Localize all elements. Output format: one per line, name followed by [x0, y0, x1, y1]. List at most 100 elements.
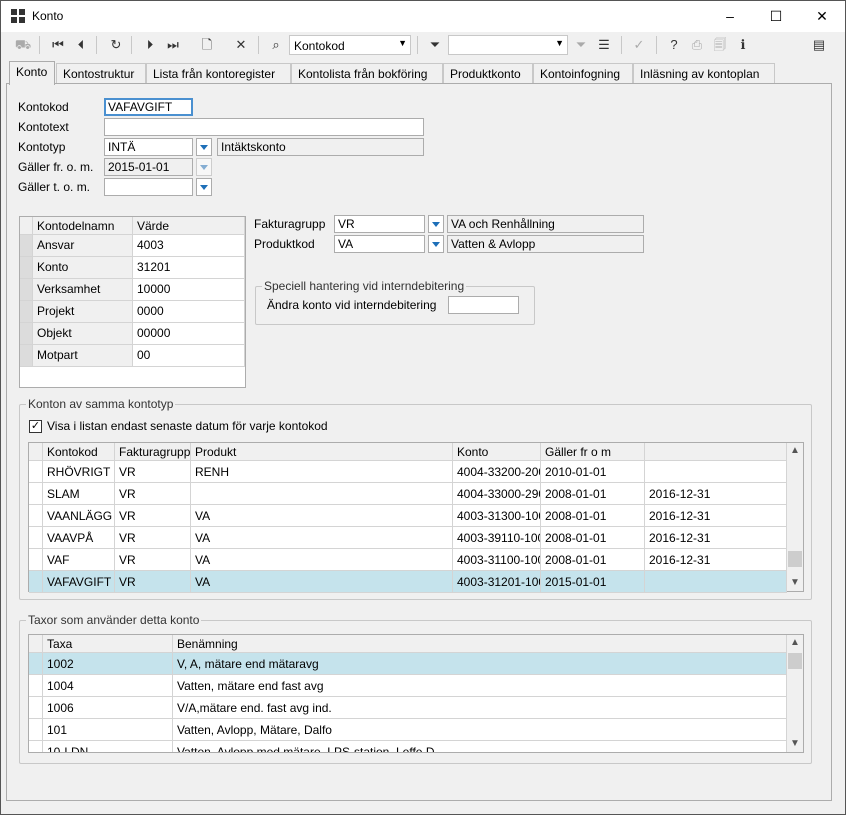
part-value[interactable]: 00000 — [133, 323, 245, 345]
tab-inlasning-kontoplan[interactable]: Inläsning av kontoplan — [633, 63, 775, 84]
tab-produktkonto[interactable]: Produktkonto — [443, 63, 533, 84]
column-header[interactable]: Gäller fr o m — [541, 443, 645, 461]
interndebitering-input[interactable] — [448, 296, 519, 314]
scroll-thumb[interactable] — [788, 653, 802, 669]
table-cell[interactable]: 2008-01-01 — [541, 505, 645, 527]
table-cell[interactable]: VAFAVGIFT — [43, 571, 115, 593]
tab-kontolista-bokforing[interactable]: Kontolista från bokföring — [291, 63, 443, 84]
benamning-cell[interactable]: Vatten, Avlopp, Mätare, Dalfo — [173, 719, 787, 741]
row-header[interactable] — [29, 741, 43, 752]
column-header[interactable]: Fakturagrupp — [115, 443, 191, 461]
row-header[interactable] — [20, 345, 33, 367]
table-cell[interactable]: 2008-01-01 — [541, 549, 645, 571]
table-cell[interactable]: 2010-01-01 — [541, 461, 645, 483]
table-cell[interactable]: SLAM — [43, 483, 115, 505]
fakturagrupp-input[interactable]: VR — [334, 215, 425, 233]
table-cell[interactable]: 2008-01-01 — [541, 483, 645, 505]
print-preview-icon[interactable]: 🗐 — [710, 35, 730, 55]
printer-icon[interactable]: ⎙ — [687, 35, 707, 55]
row-header[interactable] — [29, 571, 43, 593]
search-field-combo[interactable]: Kontokod ▼ — [289, 35, 411, 55]
taxa-cell[interactable]: 1002 — [43, 653, 173, 675]
table-cell[interactable]: VA — [191, 505, 453, 527]
benamning-cell[interactable]: Vatten, Avlopp med mätare, LPS-station, … — [173, 741, 787, 752]
scroll-down-icon[interactable]: ▼ — [787, 575, 803, 591]
table-cell[interactable]: VR — [115, 527, 191, 549]
tab-konto[interactable]: Konto — [9, 61, 55, 85]
strikethrough-icon[interactable]: ☰ — [594, 35, 614, 55]
kontotyp-input[interactable]: INTÄ — [104, 138, 193, 156]
row-header[interactable] — [20, 279, 33, 301]
refresh-icon[interactable]: ↻ — [106, 35, 126, 55]
taxor-scrollbar[interactable]: ▲ ▼ — [787, 635, 803, 752]
row-header[interactable] — [29, 527, 43, 549]
table-cell[interactable]: VR — [115, 461, 191, 483]
table-cell[interactable]: VAAVPÅ — [43, 527, 115, 549]
same-type-scrollbar[interactable]: ▲ ▼ — [787, 443, 803, 591]
from-date-input[interactable]: 2015-01-01 — [104, 158, 193, 176]
column-header[interactable]: Produkt — [191, 443, 453, 461]
maximize-button[interactable]: ☐ — [753, 1, 799, 32]
table-cell[interactable]: 4003-31100-10000-0000-0000-0000-00000-00 — [453, 549, 541, 571]
table-cell[interactable]: VR — [115, 505, 191, 527]
part-value[interactable]: 00 — [133, 345, 245, 367]
table-cell[interactable]: RHÖVRIGT — [43, 461, 115, 483]
table-cell[interactable] — [191, 483, 453, 505]
fakturagrupp-dropdown-icon[interactable] — [428, 215, 444, 233]
help-icon[interactable]: ? — [664, 35, 684, 55]
row-header[interactable] — [29, 505, 43, 527]
table-cell[interactable]: VAANLÄGG — [43, 505, 115, 527]
to-date-input[interactable] — [104, 178, 193, 196]
table-cell[interactable]: RENH — [191, 461, 453, 483]
row-header[interactable] — [29, 697, 43, 719]
table-cell[interactable]: VA — [191, 527, 453, 549]
scroll-down-icon[interactable]: ▼ — [787, 736, 803, 752]
new-document-icon[interactable]: 🗋 — [197, 35, 217, 55]
tab-lista-kontoregister[interactable]: Lista från kontoregister — [146, 63, 291, 84]
from-date-dropdown-icon[interactable] — [196, 158, 212, 176]
next-record-icon[interactable]: ⏵ — [140, 35, 160, 55]
row-header[interactable] — [29, 461, 43, 483]
table-cell[interactable]: 4003-31201-10000-0000-00000-00 — [453, 571, 541, 593]
taxa-cell[interactable]: 10-LDN — [43, 741, 173, 752]
part-value[interactable]: 0000 — [133, 301, 245, 323]
taxa-cell[interactable]: 1006 — [43, 697, 173, 719]
benamning-cell[interactable]: Vatten, mätare end fast avg — [173, 675, 787, 697]
table-cell[interactable]: VR — [115, 549, 191, 571]
kontokod-input[interactable]: VAFAVGIFT — [104, 98, 193, 116]
tab-kontoinfogning[interactable]: Kontoinfogning — [533, 63, 633, 84]
taxa-cell[interactable]: 101 — [43, 719, 173, 741]
last-record-icon[interactable]: ⏭ — [163, 35, 183, 55]
scroll-thumb[interactable] — [788, 551, 802, 567]
approve-icon[interactable]: ✓ — [629, 35, 649, 55]
search-icon[interactable]: ⌕ — [266, 35, 286, 55]
row-header[interactable] — [29, 483, 43, 505]
table-cell[interactable]: 2015-01-01 — [541, 571, 645, 593]
column-header[interactable]: Konto — [453, 443, 541, 461]
part-value[interactable]: 31201 — [133, 257, 245, 279]
row-header[interactable] — [29, 675, 43, 697]
table-cell[interactable]: 4004-33000-29000-0000-0000-0000-00000-00 — [453, 483, 541, 505]
minimize-button[interactable]: – — [707, 1, 753, 32]
benamning-cell[interactable]: V/A,mätare end. fast avg ind. — [173, 697, 787, 719]
table-cell[interactable]: 2008-01-01 — [541, 527, 645, 549]
table-cell[interactable]: 4003-39110-10000-0000-0000-0000-00000-00 — [453, 527, 541, 549]
filter-combo[interactable]: ▼ — [448, 35, 568, 55]
table-cell[interactable]: 4003-31300-10000-0000-0000-0000-00000-00 — [453, 505, 541, 527]
previous-record-icon[interactable]: ⏴ — [71, 35, 91, 55]
settings-menu-icon[interactable]: ▤ — [809, 35, 829, 55]
kontotyp-dropdown-icon[interactable] — [196, 138, 212, 156]
to-date-dropdown-icon[interactable] — [196, 178, 212, 196]
latest-date-checkbox[interactable]: ✓ — [29, 420, 42, 433]
part-value[interactable]: 10000 — [133, 279, 245, 301]
kontotext-input[interactable] — [104, 118, 424, 136]
column-header[interactable]: Kontokod — [43, 443, 115, 461]
scroll-up-icon[interactable]: ▲ — [787, 443, 803, 459]
table-cell[interactable]: VR — [115, 571, 191, 593]
row-header[interactable] — [20, 235, 33, 257]
produktkod-dropdown-icon[interactable] — [428, 235, 444, 253]
taxa-cell[interactable]: 1004 — [43, 675, 173, 697]
tab-kontostruktur[interactable]: Kontostruktur — [56, 63, 146, 84]
row-header[interactable] — [29, 549, 43, 571]
info-icon[interactable]: ℹ — [733, 35, 753, 55]
